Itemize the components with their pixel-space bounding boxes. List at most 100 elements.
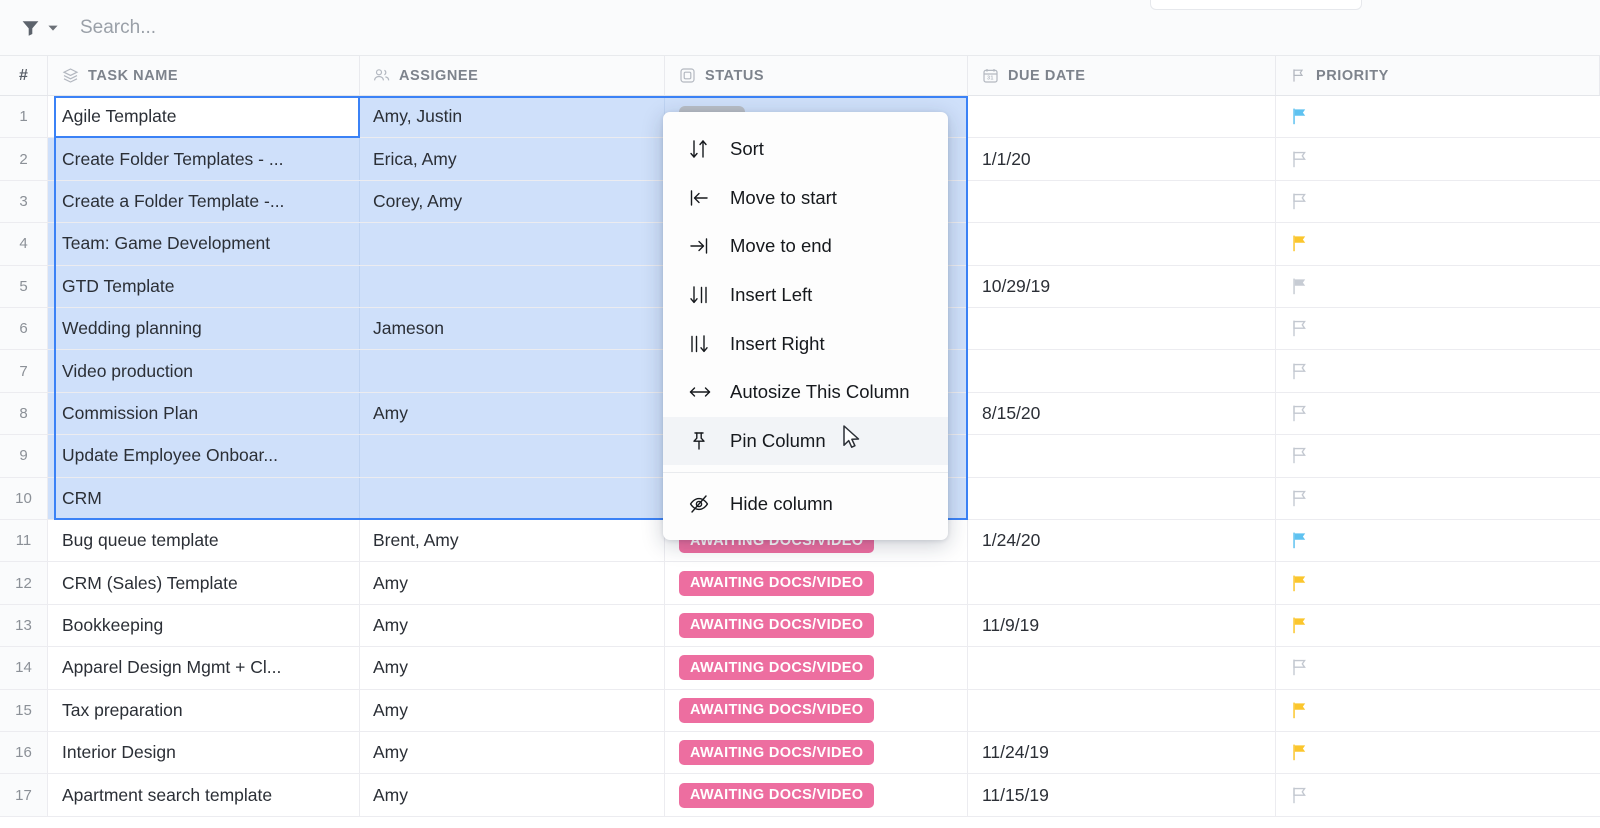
due-date-cell[interactable]: 11/24/19 bbox=[968, 732, 1276, 773]
priority-cell[interactable] bbox=[1276, 138, 1600, 179]
column-context-menu[interactable]: SortMove to startMove to endInsert LeftI… bbox=[663, 112, 948, 540]
priority-flag-icon[interactable] bbox=[1290, 573, 1310, 594]
priority-flag-icon[interactable] bbox=[1290, 742, 1310, 763]
status-cell[interactable]: AWAITING DOCS/VIDEO bbox=[665, 774, 968, 815]
status-badge[interactable]: AWAITING DOCS/VIDEO bbox=[679, 740, 874, 765]
status-badge[interactable]: AWAITING DOCS/VIDEO bbox=[679, 783, 874, 808]
priority-cell[interactable] bbox=[1276, 690, 1600, 731]
due-date-cell[interactable] bbox=[968, 181, 1276, 222]
task-name-cell[interactable]: Team: Game Development bbox=[48, 223, 360, 264]
priority-cell[interactable] bbox=[1276, 605, 1600, 646]
assignee-cell[interactable] bbox=[360, 435, 665, 476]
table-row[interactable]: 12CRM (Sales) TemplateAmyAWAITING DOCS/V… bbox=[0, 562, 1600, 604]
priority-cell[interactable] bbox=[1276, 435, 1600, 476]
assignee-cell[interactable]: Amy bbox=[360, 393, 665, 434]
menu-item-pin-column[interactable]: Pin Column bbox=[663, 417, 948, 466]
column-header-assignee[interactable]: ASSIGNEE bbox=[360, 56, 665, 95]
priority-cell[interactable] bbox=[1276, 478, 1600, 519]
due-date-cell[interactable]: 1/24/20 bbox=[968, 520, 1276, 561]
priority-cell[interactable] bbox=[1276, 308, 1600, 349]
priority-flag-icon[interactable] bbox=[1290, 318, 1310, 339]
assignee-cell[interactable] bbox=[360, 478, 665, 519]
assignee-cell[interactable] bbox=[360, 350, 665, 391]
table-row[interactable]: 13BookkeepingAmyAWAITING DOCS/VIDEO11/9/… bbox=[0, 605, 1600, 647]
due-date-cell[interactable] bbox=[968, 562, 1276, 603]
menu-item-insert-left[interactable]: Insert Left bbox=[663, 271, 948, 320]
priority-flag-icon[interactable] bbox=[1290, 361, 1310, 382]
menu-item-move-to-end[interactable]: Move to end bbox=[663, 222, 948, 271]
priority-flag-icon[interactable] bbox=[1290, 445, 1310, 466]
assignee-cell[interactable]: Amy bbox=[360, 774, 665, 815]
due-date-cell[interactable] bbox=[968, 350, 1276, 391]
task-name-cell[interactable]: Apparel Design Mgmt + Cl... bbox=[48, 647, 360, 688]
task-name-cell[interactable]: Update Employee Onboar... bbox=[48, 435, 360, 476]
task-name-cell[interactable]: Bookkeeping bbox=[48, 605, 360, 646]
due-date-cell[interactable] bbox=[968, 647, 1276, 688]
table-row[interactable]: 15Tax preparationAmyAWAITING DOCS/VIDEO bbox=[0, 690, 1600, 732]
task-name-cell[interactable]: Commission Plan bbox=[48, 393, 360, 434]
due-date-cell[interactable] bbox=[968, 435, 1276, 476]
table-row[interactable]: 16Interior DesignAmyAWAITING DOCS/VIDEO1… bbox=[0, 732, 1600, 774]
task-name-cell[interactable]: CRM bbox=[48, 478, 360, 519]
priority-flag-icon[interactable] bbox=[1290, 700, 1310, 721]
priority-flag-icon[interactable] bbox=[1290, 233, 1310, 254]
assignee-cell[interactable]: Erica, Amy bbox=[360, 138, 665, 179]
assignee-cell[interactable]: Jameson bbox=[360, 308, 665, 349]
task-name-cell[interactable]: Video production bbox=[48, 350, 360, 391]
task-name-cell[interactable]: Apartment search template bbox=[48, 774, 360, 815]
priority-flag-icon[interactable] bbox=[1290, 615, 1310, 636]
priority-cell[interactable] bbox=[1276, 181, 1600, 222]
menu-item-autosize-this-column[interactable]: Autosize This Column bbox=[663, 368, 948, 417]
menu-item-insert-right[interactable]: Insert Right bbox=[663, 319, 948, 368]
priority-flag-icon[interactable] bbox=[1290, 530, 1310, 551]
chevron-down-icon[interactable] bbox=[48, 25, 58, 31]
priority-cell[interactable] bbox=[1276, 96, 1600, 137]
priority-flag-icon[interactable] bbox=[1290, 106, 1310, 127]
task-name-cell[interactable]: Create Folder Templates - ... bbox=[48, 138, 360, 179]
status-cell[interactable]: AWAITING DOCS/VIDEO bbox=[665, 647, 968, 688]
table-row[interactable]: 14Apparel Design Mgmt + Cl...AmyAWAITING… bbox=[0, 647, 1600, 689]
assignee-cell[interactable]: Amy bbox=[360, 732, 665, 773]
priority-flag-icon[interactable] bbox=[1290, 488, 1310, 509]
priority-flag-icon[interactable] bbox=[1290, 149, 1310, 170]
task-name-cell[interactable]: CRM (Sales) Template bbox=[48, 562, 360, 603]
assignee-cell[interactable]: Brent, Amy bbox=[360, 520, 665, 561]
assignee-cell[interactable]: Amy bbox=[360, 690, 665, 731]
status-cell[interactable]: AWAITING DOCS/VIDEO bbox=[665, 562, 968, 603]
priority-cell[interactable] bbox=[1276, 393, 1600, 434]
priority-cell[interactable] bbox=[1276, 774, 1600, 815]
priority-cell[interactable] bbox=[1276, 562, 1600, 603]
column-header-priority[interactable]: PRIORITY bbox=[1276, 56, 1600, 95]
priority-flag-icon[interactable] bbox=[1290, 785, 1310, 806]
status-cell[interactable]: AWAITING DOCS/VIDEO bbox=[665, 690, 968, 731]
due-date-cell[interactable] bbox=[968, 690, 1276, 731]
status-badge[interactable]: AWAITING DOCS/VIDEO bbox=[679, 698, 874, 723]
column-header-task-name[interactable]: TASK NAME bbox=[48, 56, 360, 95]
due-date-cell[interactable] bbox=[968, 96, 1276, 137]
due-date-cell[interactable] bbox=[968, 223, 1276, 264]
column-header-num[interactable]: # bbox=[0, 56, 48, 95]
task-name-cell[interactable]: Bug queue template bbox=[48, 520, 360, 561]
task-name-cell[interactable]: Tax preparation bbox=[48, 690, 360, 731]
due-date-cell[interactable]: 8/15/20 bbox=[968, 393, 1276, 434]
priority-flag-icon[interactable] bbox=[1290, 657, 1310, 678]
column-header-due-date[interactable]: 31 DUE DATE bbox=[968, 56, 1276, 95]
filter-button[interactable] bbox=[22, 20, 58, 36]
task-name-cell[interactable]: GTD Template bbox=[48, 266, 360, 307]
status-badge[interactable]: AWAITING DOCS/VIDEO bbox=[679, 571, 874, 596]
priority-cell[interactable] bbox=[1276, 732, 1600, 773]
column-header-status[interactable]: STATUS bbox=[665, 56, 968, 95]
due-date-cell[interactable]: 10/29/19 bbox=[968, 266, 1276, 307]
due-date-cell[interactable]: 11/9/19 bbox=[968, 605, 1276, 646]
table-row[interactable]: 17Apartment search templateAmyAWAITING D… bbox=[0, 774, 1600, 816]
assignee-cell[interactable]: Amy bbox=[360, 562, 665, 603]
due-date-cell[interactable]: 1/1/20 bbox=[968, 138, 1276, 179]
task-name-cell[interactable]: Wedding planning bbox=[48, 308, 360, 349]
priority-cell[interactable] bbox=[1276, 350, 1600, 391]
assignee-cell[interactable] bbox=[360, 223, 665, 264]
priority-cell[interactable] bbox=[1276, 223, 1600, 264]
due-date-cell[interactable]: 11/15/19 bbox=[968, 774, 1276, 815]
priority-cell[interactable] bbox=[1276, 266, 1600, 307]
assignee-cell[interactable]: Amy, Justin bbox=[360, 96, 665, 137]
assignee-cell[interactable]: Corey, Amy bbox=[360, 181, 665, 222]
